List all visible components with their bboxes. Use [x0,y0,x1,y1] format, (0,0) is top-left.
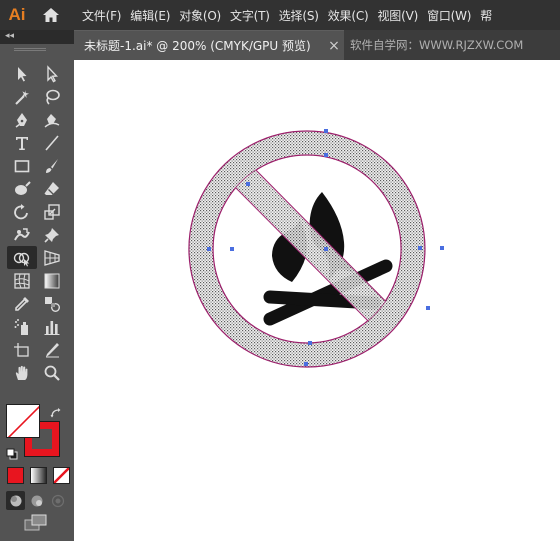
eyedropper-tool-icon[interactable] [7,292,37,315]
artwork[interactable] [74,60,560,541]
gradient-mode-button[interactable] [30,467,47,484]
tab-document-label: 未标题-1.ai* @ 200% (CMYK/GPU 预览) [84,39,311,53]
puppet-warp-tool-icon[interactable] [7,223,37,246]
none-mode-button[interactable] [53,467,70,484]
direct-selection-tool-icon[interactable] [37,62,67,85]
blend-tool-icon[interactable] [37,292,67,315]
shape-builder-tool-icon[interactable] [7,246,37,269]
draw-mode-row [6,491,67,510]
line-segment-tool-icon[interactable] [37,131,67,154]
gradient-tool-icon[interactable] [37,269,67,292]
menu-edit[interactable]: 编辑(E) [130,7,178,24]
color-mode-row [7,467,70,484]
mesh-tool-icon[interactable] [7,269,37,292]
column-graph-tool-icon[interactable] [37,315,67,338]
draw-normal-icon[interactable] [6,491,25,510]
scale-tool-icon[interactable] [37,200,67,223]
tool-grid [7,62,67,384]
menu-select[interactable]: 选择(S) [279,7,327,24]
panel-grip[interactable] [14,48,46,51]
perspective-grid-tool-icon[interactable] [37,246,67,269]
lasso-tool-icon[interactable] [37,85,67,108]
tab-document[interactable]: 未标题-1.ai* @ 200% (CMYK/GPU 预览) × [74,30,344,60]
blob-brush-tool-icon[interactable] [7,177,37,200]
menu-window[interactable]: 窗口(W) [427,7,479,24]
screen-mode-icon[interactable] [24,514,48,536]
menu-object[interactable]: 对象(O) [179,7,229,24]
draw-inside-icon[interactable] [48,491,67,510]
menu-bar: Ai 文件(F) 编辑(E) 对象(O) 文字(T) 选择(S) 效果(C) 视… [0,0,560,30]
draw-behind-icon[interactable] [27,491,46,510]
paintbrush-tool-icon[interactable] [37,154,67,177]
app-logo: Ai [8,5,26,24]
menu-file[interactable]: 文件(F) [82,7,129,24]
zoom-tool-icon[interactable] [37,361,67,384]
color-mode-button[interactable] [7,467,24,484]
symbol-sprayer-tool-icon[interactable] [7,315,37,338]
artboard-tool-icon[interactable] [7,338,37,361]
home-icon[interactable] [34,0,68,30]
type-tool-icon[interactable] [7,131,37,154]
menu-view[interactable]: 视图(V) [377,7,426,24]
menu-type[interactable]: 文字(T) [230,7,278,24]
menu-help[interactable]: 帮 [480,7,500,24]
menu-effect[interactable]: 效果(C) [328,7,377,24]
menu-items: 文件(F) 编辑(E) 对象(O) 文字(T) 选择(S) 效果(C) 视图(V… [82,7,501,24]
tab-watermark-label: 软件自学网：WWW.RJZXW.COM [350,38,524,52]
hand-tool-icon[interactable] [7,361,37,384]
tab-watermark[interactable]: 软件自学网：WWW.RJZXW.COM [344,30,560,60]
rectangle-tool-icon[interactable] [7,154,37,177]
pin-tool-icon[interactable] [37,223,67,246]
rotate-tool-icon[interactable] [7,200,37,223]
default-fill-stroke-icon[interactable] [6,445,18,464]
curvature-tool-icon[interactable] [37,108,67,131]
slice-tool-icon[interactable] [37,338,67,361]
swap-fill-stroke-icon[interactable] [50,404,62,423]
close-icon[interactable]: × [324,38,344,54]
fill-color-swatch[interactable] [6,404,40,438]
artboard-canvas[interactable] [74,60,560,541]
selection-tool-icon[interactable] [7,62,37,85]
panel-collapse-button[interactable]: ◂◂ [0,30,74,44]
magic-wand-tool-icon[interactable] [7,85,37,108]
eraser-tool-icon[interactable] [37,177,67,200]
pen-tool-icon[interactable] [7,108,37,131]
